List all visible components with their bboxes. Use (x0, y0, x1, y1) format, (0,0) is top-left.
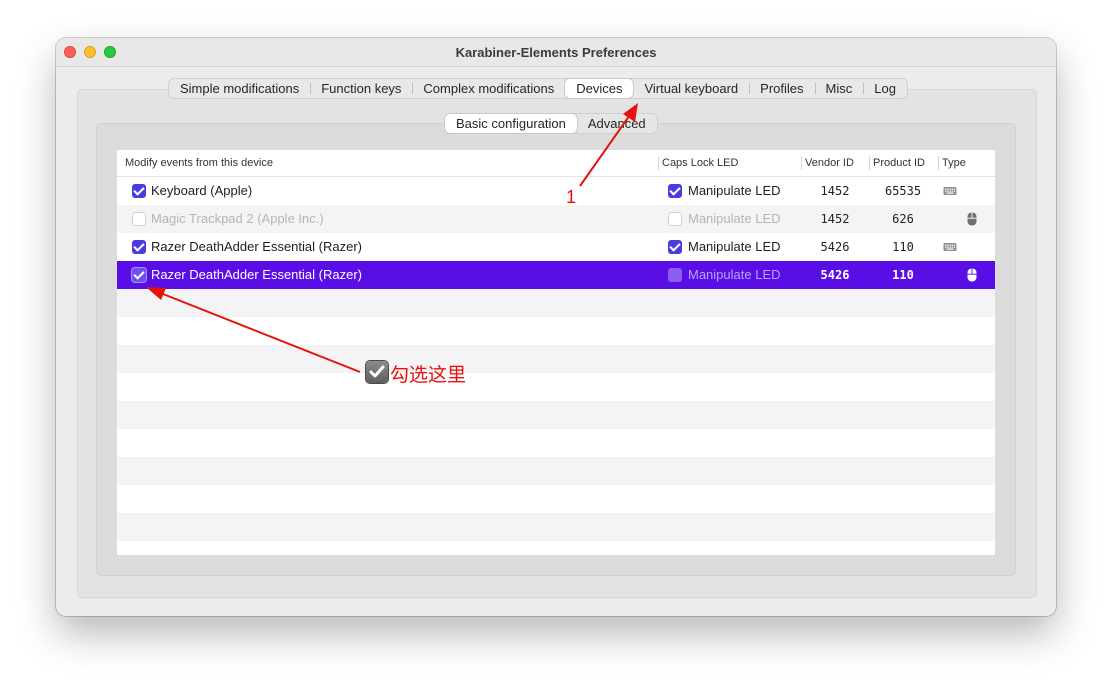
modify-events-checkbox[interactable] (132, 212, 146, 226)
device-name: Razer DeathAdder Essential (Razer) (151, 267, 362, 282)
manipulate-led-label: Manipulate LED (688, 267, 781, 282)
column-header-vendor-id[interactable]: Vendor ID (801, 150, 854, 176)
device-name: Razer DeathAdder Essential (Razer) (151, 239, 362, 254)
product-id: 110 (892, 240, 914, 254)
empty-row (117, 317, 995, 345)
device-name: Magic Trackpad 2 (Apple Inc.) (151, 211, 324, 226)
manipulate-led-checkbox[interactable] (668, 184, 682, 198)
empty-row (117, 485, 995, 513)
product-id: 65535 (884, 184, 922, 198)
tab-function-keys[interactable]: Function keys (310, 79, 412, 98)
device-name: Keyboard (Apple) (151, 183, 253, 198)
manipulate-led-label: Manipulate LED (688, 239, 781, 254)
table-header: Modify events from this device Caps Lock… (117, 150, 995, 177)
empty-row (117, 541, 995, 555)
empty-row (117, 513, 995, 541)
tab-log[interactable]: Log (863, 79, 907, 98)
checkbox-emoji-icon (366, 361, 388, 383)
table-row-selected[interactable]: Razer DeathAdder Essential (Razer) Manip… (117, 261, 995, 289)
tab-devices[interactable]: Devices (565, 79, 634, 98)
titlebar: Karabiner-Elements Preferences (56, 38, 1056, 67)
modify-events-checkbox[interactable] (132, 240, 146, 254)
window-title: Karabiner-Elements Preferences (455, 44, 657, 60)
product-id: 626 (892, 212, 914, 226)
manipulate-led-label: Manipulate LED (688, 211, 781, 226)
keyboard-icon (943, 243, 957, 251)
app-window: Karabiner-Elements Preferences Simple mo… (56, 38, 1056, 616)
keyboard-icon (943, 187, 957, 195)
tab-profiles[interactable]: Profiles (749, 79, 814, 98)
manipulate-led-checkbox[interactable] (668, 240, 682, 254)
modify-events-checkbox[interactable] (132, 184, 146, 198)
minimize-window-button[interactable] (84, 46, 96, 58)
empty-row (117, 457, 995, 485)
column-header-type[interactable]: Type (938, 150, 966, 176)
main-tab-bar: Simple modifications Function keys Compl… (168, 78, 908, 99)
table-row[interactable]: Keyboard (Apple) Manipulate LED 1452 655… (117, 177, 995, 205)
empty-row (117, 345, 995, 373)
vendor-id: 1452 (820, 184, 850, 198)
manipulate-led-label: Manipulate LED (688, 183, 781, 198)
table-row[interactable]: Magic Trackpad 2 (Apple Inc.) Manipulate… (117, 205, 995, 233)
annotation-label-1: 1 (566, 187, 577, 207)
sub-tab-bar: Basic configuration Advanced (444, 113, 658, 134)
empty-row (117, 289, 995, 317)
devices-table: Modify events from this device Caps Lock… (117, 150, 995, 555)
manipulate-led-checkbox[interactable] (668, 212, 682, 226)
check-icon (369, 365, 385, 378)
manipulate-led-checkbox[interactable] (668, 268, 682, 282)
modify-events-checkbox[interactable] (132, 268, 146, 282)
product-id: 110 (892, 268, 914, 282)
tab-simple-modifications[interactable]: Simple modifications (169, 79, 310, 98)
table-row[interactable]: Razer DeathAdder Essential (Razer) Manip… (117, 233, 995, 261)
close-window-button[interactable] (64, 46, 76, 58)
column-header-product-id[interactable]: Product ID (869, 150, 925, 176)
mouse-icon (967, 268, 977, 282)
vendor-id: 5426 (820, 268, 850, 282)
zoom-window-button[interactable] (104, 46, 116, 58)
column-header-caps-lock-led[interactable]: Caps Lock LED (657, 150, 738, 176)
tab-virtual-keyboard[interactable]: Virtual keyboard (633, 79, 749, 98)
mouse-icon (967, 212, 977, 226)
tab-complex-modifications[interactable]: Complex modifications (412, 79, 565, 98)
subtab-advanced[interactable]: Advanced (577, 114, 657, 133)
empty-row (117, 429, 995, 457)
column-header-modify[interactable]: Modify events from this device (125, 150, 273, 176)
empty-row (117, 373, 995, 401)
annotation-check-here: 勾选这里 (390, 365, 467, 386)
tab-misc[interactable]: Misc (814, 79, 864, 98)
vendor-id: 5426 (820, 240, 850, 254)
empty-row (117, 401, 995, 429)
subtab-basic-configuration[interactable]: Basic configuration (445, 114, 577, 133)
vendor-id: 1452 (820, 212, 850, 226)
